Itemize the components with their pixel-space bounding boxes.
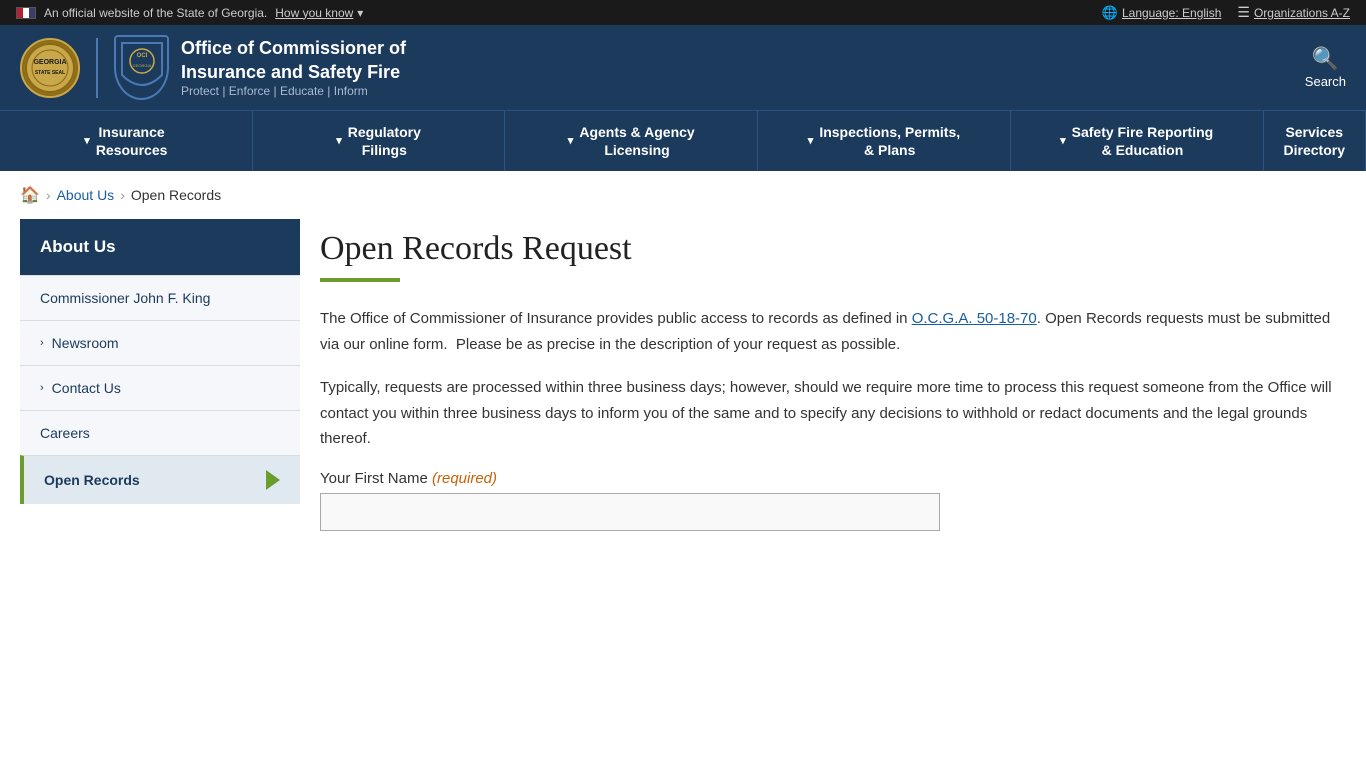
svg-text:STATE SEAL: STATE SEAL	[35, 70, 65, 76]
georgia-flag	[16, 7, 36, 19]
chevron-icon: ▾	[568, 134, 574, 148]
breadcrumb-sep-1: ›	[46, 187, 51, 203]
sidebar-item-label: Contact Us	[52, 380, 121, 396]
intro-paragraph: The Office of Commissioner of Insurance …	[320, 306, 1346, 357]
sidebar-item-label: Newsroom	[52, 335, 119, 351]
search-label: Search	[1305, 74, 1346, 89]
site-header: GEORGIA STATE SEAL OCI GEORGIA Office of…	[0, 25, 1366, 110]
nav-label: Safety Fire Reporting& Education	[1072, 123, 1214, 159]
orgs-az-link[interactable]: Organizations A-Z	[1254, 6, 1350, 20]
sidebar-item-commissioner[interactable]: Commissioner John F. King	[20, 275, 300, 320]
how-you-know[interactable]: How you know ▾	[275, 6, 363, 20]
nav-label: Agents & AgencyLicensing	[579, 123, 694, 159]
sidebar-item-label: Careers	[40, 425, 90, 441]
chevron-down-icon: ▾	[357, 6, 363, 20]
sidebar-heading: About Us	[20, 219, 300, 275]
search-icon: 🔍	[1312, 46, 1339, 72]
nav-agents-licensing[interactable]: ▾ Agents & AgencyLicensing	[505, 111, 758, 171]
org-name: Office of Commissioner of Insurance and …	[181, 37, 406, 84]
search-button[interactable]: 🔍 Search	[1305, 46, 1346, 89]
nav-label: ServicesDirectory	[1284, 123, 1345, 159]
language-selector[interactable]: Language: English	[1102, 5, 1222, 21]
sidebar-commissioner-link[interactable]: Commissioner John F. King	[20, 276, 300, 320]
ocga-link[interactable]: O.C.G.A. 50-18-70	[912, 310, 1037, 327]
nav-label: Inspections, Permits,& Plans	[819, 123, 960, 159]
chevron-right-icon: ›	[40, 337, 44, 349]
active-arrow-icon	[266, 470, 280, 490]
second-paragraph: Typically, requests are processed within…	[320, 375, 1346, 452]
sidebar-item-open-records[interactable]: Open Records	[20, 455, 300, 504]
home-icon[interactable]: 🏠	[20, 185, 40, 205]
sidebar-open-records-link[interactable]: Open Records	[24, 456, 300, 504]
chevron-icon: ▾	[336, 134, 342, 148]
official-text: An official website of the State of Geor…	[44, 6, 267, 20]
nav-safety-fire[interactable]: ▾ Safety Fire Reporting& Education	[1011, 111, 1264, 171]
logo-area: GEORGIA STATE SEAL OCI GEORGIA Office of…	[20, 35, 406, 100]
nav-services-directory[interactable]: ServicesDirectory	[1264, 111, 1366, 171]
svg-text:GEORGIA: GEORGIA	[33, 59, 66, 66]
sidebar-newsroom-link[interactable]: › Newsroom	[20, 321, 300, 365]
globe-icon	[1102, 5, 1118, 21]
list-icon	[1237, 4, 1250, 21]
svg-text:GEORGIA: GEORGIA	[132, 63, 151, 68]
field-label-text: Your First Name	[320, 470, 428, 487]
sidebar-item-label: Open Records	[44, 472, 140, 488]
breadcrumb-about-us[interactable]: About Us	[57, 187, 115, 203]
sidebar-item-careers[interactable]: Careers	[20, 410, 300, 455]
logo-shield: OCI GEORGIA	[114, 35, 169, 100]
sidebar-item-label: Commissioner John F. King	[40, 290, 210, 306]
sidebar-item-newsroom[interactable]: › Newsroom	[20, 320, 300, 365]
first-name-label: Your First Name (required)	[320, 470, 1346, 487]
georgia-seal: GEORGIA STATE SEAL	[20, 38, 80, 98]
chevron-icon: ▾	[808, 134, 814, 148]
how-you-know-link[interactable]: How you know	[275, 6, 353, 20]
sidebar-contact-link[interactable]: › Contact Us	[20, 366, 300, 410]
nav-label: InsuranceResources	[96, 123, 168, 159]
breadcrumb-sep-2: ›	[120, 187, 125, 203]
required-label: (required)	[432, 470, 497, 487]
nav-regulatory-filings[interactable]: ▾ RegulatoryFilings	[253, 111, 506, 171]
chevron-icon: ▾	[1060, 134, 1066, 148]
breadcrumb: 🏠 › About Us › Open Records	[0, 171, 1366, 219]
page-title: Open Records Request	[320, 229, 1346, 270]
chevron-right-icon: ›	[40, 382, 44, 394]
organizations-link[interactable]: Organizations A-Z	[1237, 4, 1350, 21]
content-area: About Us Commissioner John F. King › New…	[0, 219, 1366, 570]
nav-inspections[interactable]: ▾ Inspections, Permits,& Plans	[758, 111, 1011, 171]
svg-text:OCI: OCI	[136, 53, 147, 59]
chevron-icon: ▾	[84, 134, 90, 148]
nav-insurance-resources[interactable]: ▾ InsuranceResources	[0, 111, 253, 171]
language-link[interactable]: Language: English	[1122, 6, 1221, 20]
main-nav: ▾ InsuranceResources ▾ RegulatoryFilings…	[0, 110, 1366, 171]
top-bar-left: An official website of the State of Geor…	[16, 6, 363, 20]
org-tagline: Protect | Enforce | Educate | Inform	[181, 84, 406, 98]
sidebar-item-contact-us[interactable]: › Contact Us	[20, 365, 300, 410]
top-bar-right: Language: English Organizations A-Z	[1102, 4, 1350, 21]
sidebar-careers-link[interactable]: Careers	[20, 411, 300, 455]
top-bar: An official website of the State of Geor…	[0, 0, 1366, 25]
logo-text: Office of Commissioner of Insurance and …	[181, 37, 406, 98]
title-underline	[320, 278, 400, 282]
sidebar: About Us Commissioner John F. King › New…	[20, 219, 300, 530]
logo-divider	[96, 38, 98, 98]
breadcrumb-current: Open Records	[131, 187, 221, 203]
main-content: Open Records Request The Office of Commi…	[320, 219, 1346, 530]
nav-label: RegulatoryFilings	[348, 123, 421, 159]
first-name-input[interactable]	[320, 493, 940, 531]
